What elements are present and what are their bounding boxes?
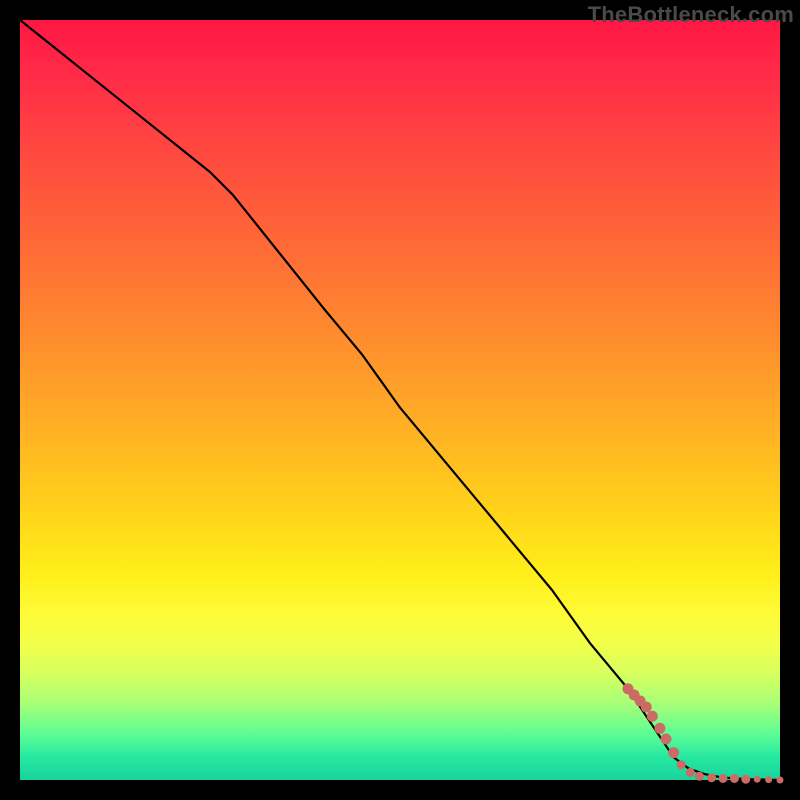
scatter-dot xyxy=(695,772,703,780)
scatter-dot xyxy=(719,775,727,783)
chart-overlay xyxy=(20,20,780,780)
scatter-dot xyxy=(754,776,760,782)
scatter-dot xyxy=(655,723,665,733)
scatter-dot xyxy=(669,748,679,758)
scatter-dot xyxy=(708,774,716,782)
scatter-dot xyxy=(730,775,738,783)
scatter-dot xyxy=(686,768,694,776)
scatter-dot xyxy=(661,734,671,744)
scatter-dot xyxy=(742,775,750,783)
chart-frame: TheBottleneck.com xyxy=(0,0,800,800)
scatter-dot xyxy=(777,777,783,783)
scatter-dot xyxy=(677,761,685,769)
scatter-dot xyxy=(647,711,657,721)
scatter-dots xyxy=(623,684,783,783)
curve-line xyxy=(20,20,780,780)
scatter-dot xyxy=(641,702,651,712)
scatter-dot xyxy=(766,777,772,783)
